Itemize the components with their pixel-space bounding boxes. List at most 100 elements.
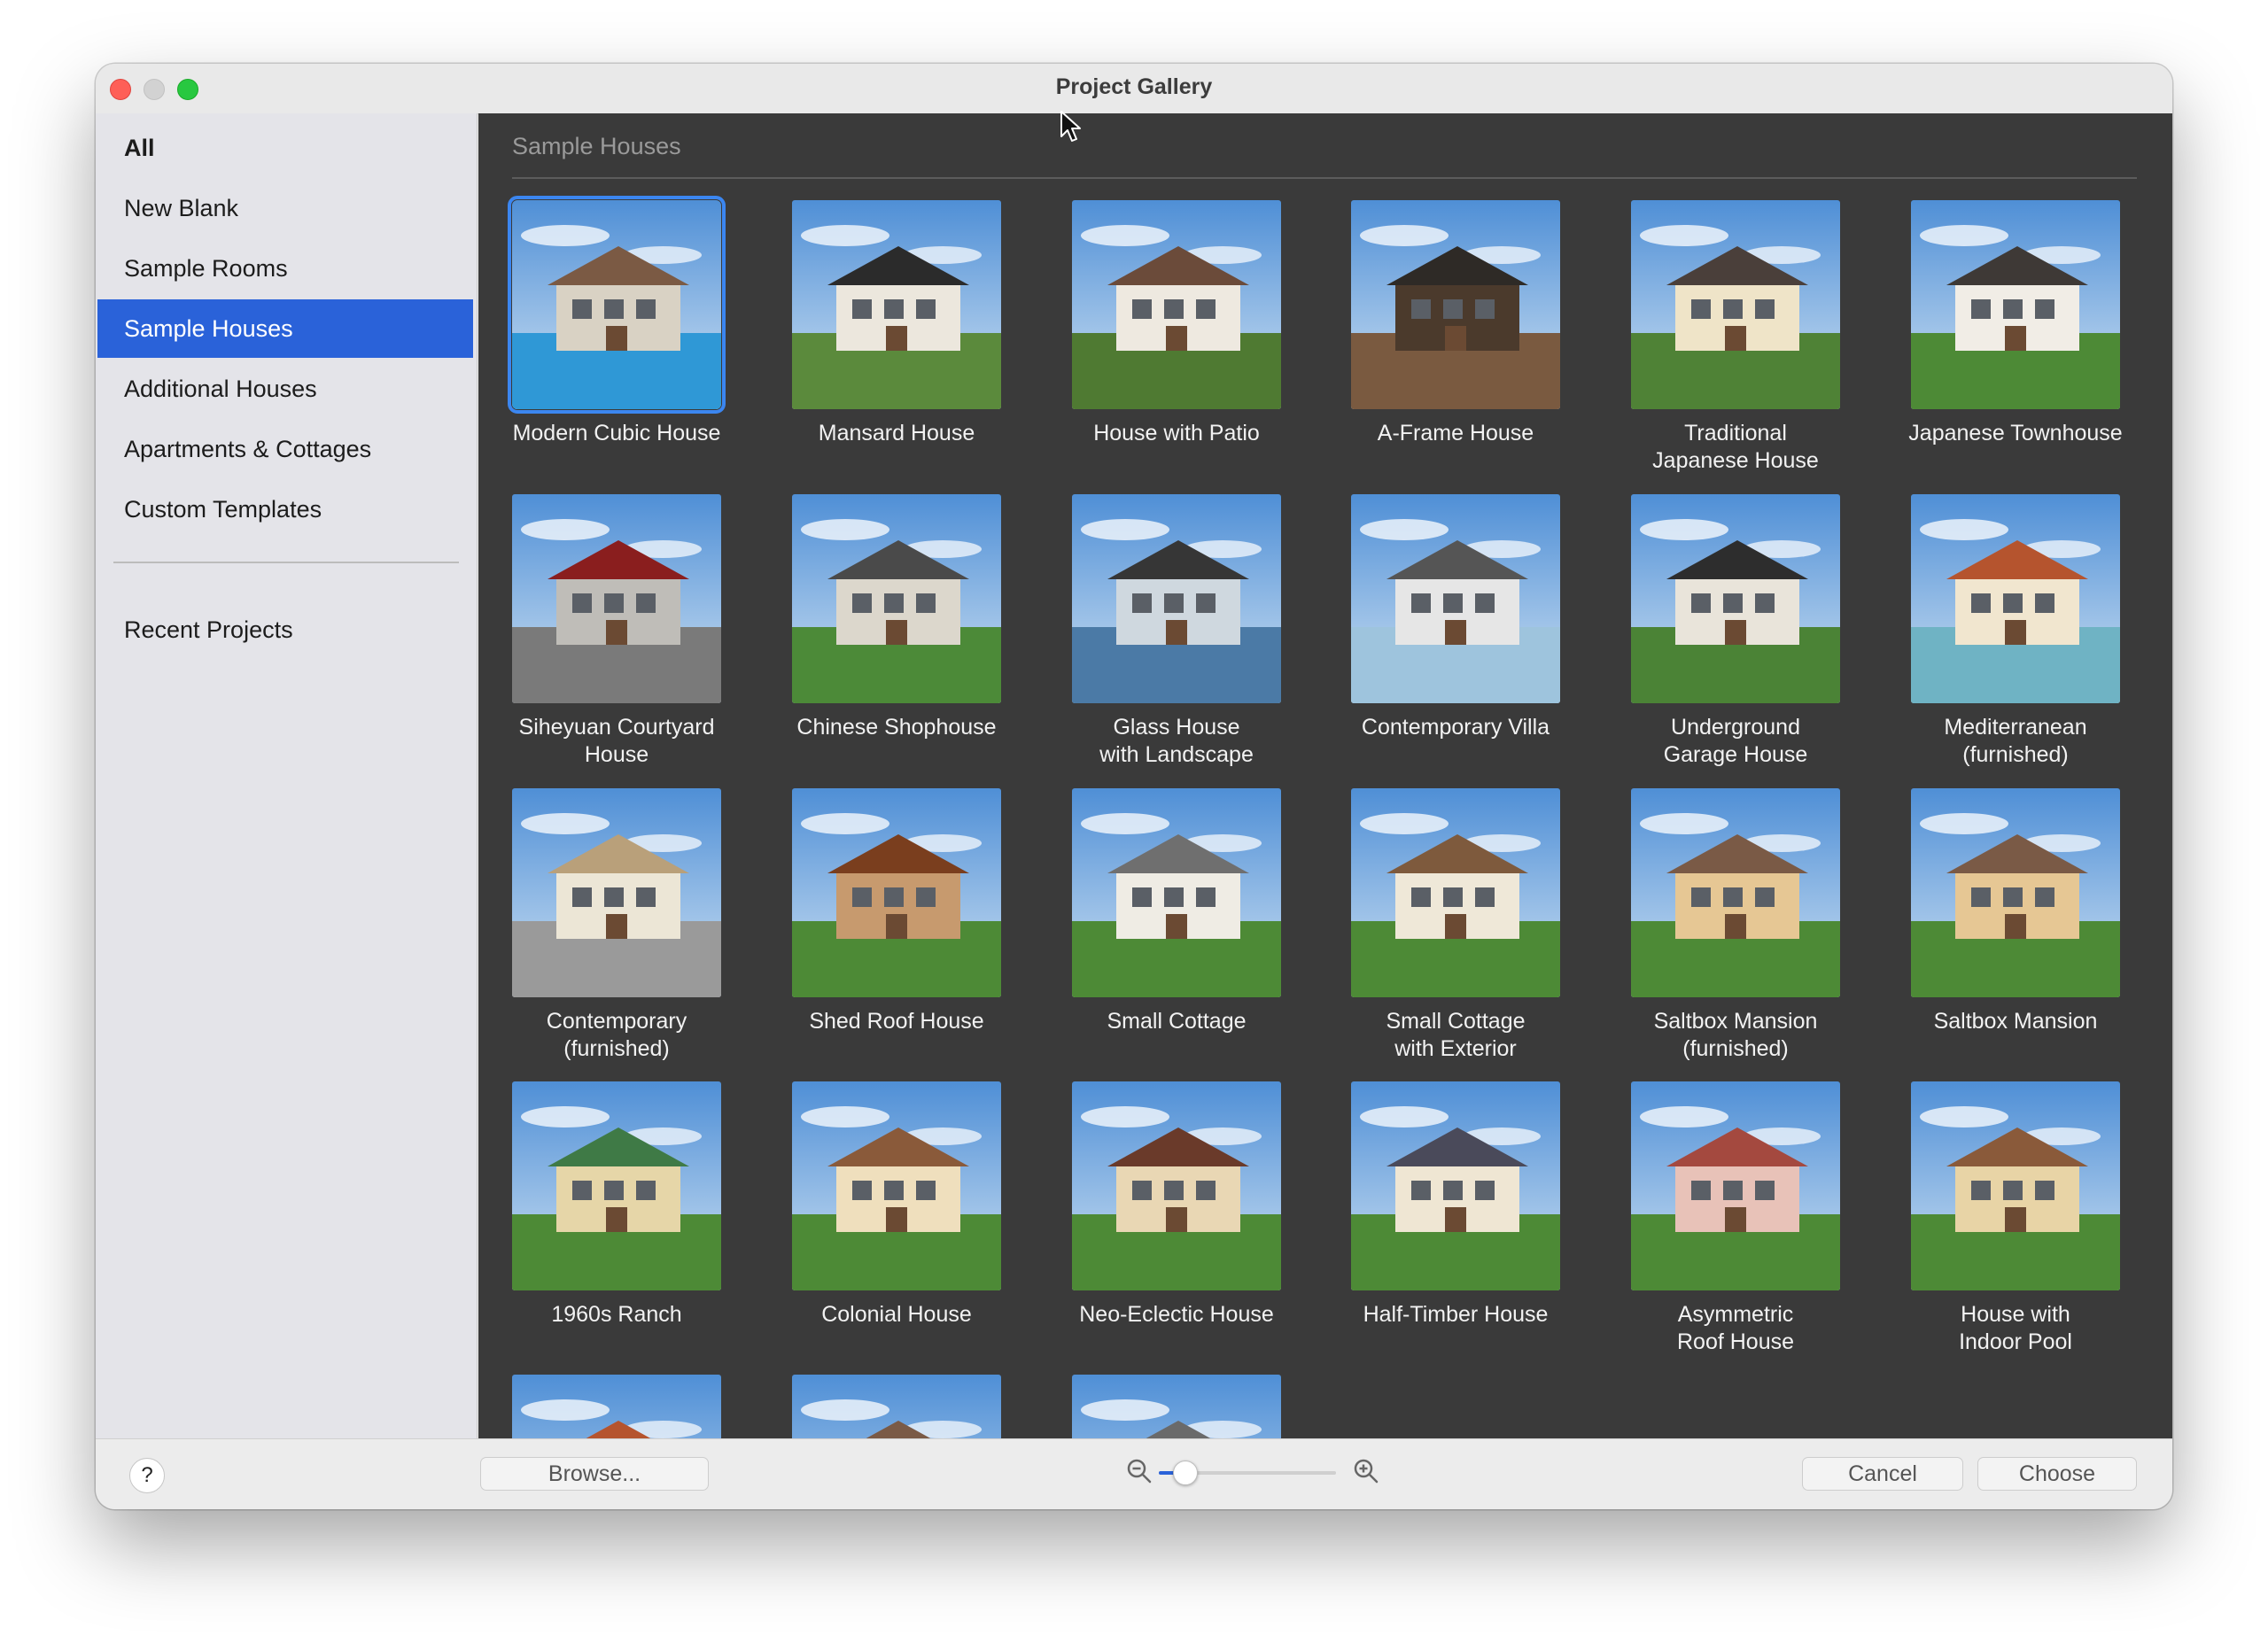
- house-render-image: [792, 494, 1001, 703]
- project-tile[interactable]: [748, 1375, 1014, 1438]
- project-thumbnail[interactable]: [792, 1081, 1001, 1290]
- sidebar-item-additional-houses[interactable]: Additional Houses: [97, 360, 473, 418]
- project-title: Chinese Shophouse: [796, 715, 997, 740]
- project-tile[interactable]: Saltbox Mansion (furnished): [1587, 788, 1852, 1081]
- project-title: Mansard House: [818, 421, 975, 446]
- house-render-image: [1631, 1081, 1840, 1290]
- project-thumbnail[interactable]: [1351, 200, 1560, 409]
- project-title: A-Frame House: [1377, 421, 1534, 446]
- project-title: Saltbox Mansion (furnished): [1653, 1009, 1818, 1061]
- project-tile[interactable]: Shed Roof House: [748, 788, 1014, 1081]
- project-thumbnail[interactable]: [1072, 788, 1281, 997]
- project-thumbnail[interactable]: [1911, 494, 2120, 703]
- project-title: House with Patio: [1093, 421, 1260, 446]
- project-thumbnail[interactable]: [1351, 1081, 1560, 1290]
- project-title: Colonial House: [821, 1302, 972, 1327]
- project-tile[interactable]: Contemporary Villa: [1307, 494, 1573, 787]
- project-title: Modern Cubic House: [512, 421, 721, 446]
- project-thumbnail[interactable]: [1631, 1081, 1840, 1290]
- project-thumbnail[interactable]: [1072, 1081, 1281, 1290]
- browse-button[interactable]: Browse...: [480, 1457, 709, 1491]
- project-tile[interactable]: Saltbox Mansion: [1867, 788, 2132, 1081]
- project-thumbnail[interactable]: [1911, 1081, 2120, 1290]
- project-tile[interactable]: Modern Cubic House: [478, 196, 734, 492]
- project-title: Mediterranean (furnished): [1944, 715, 2087, 767]
- project-thumbnail[interactable]: [1631, 200, 1840, 409]
- gallery-content: Sample Houses Modern Cubic House Mansard …: [478, 113, 2172, 1438]
- project-tile[interactable]: [478, 1375, 734, 1438]
- project-tile[interactable]: Contemporary (furnished): [478, 788, 734, 1081]
- project-tile[interactable]: Half-Timber House: [1307, 1081, 1573, 1374]
- project-tile[interactable]: Mansard House: [748, 200, 1014, 492]
- sidebar-item-sample-rooms[interactable]: Sample Rooms: [97, 239, 473, 298]
- project-tile[interactable]: [1028, 1375, 1293, 1438]
- project-thumbnail[interactable]: [512, 1375, 721, 1438]
- project-title: Half-Timber House: [1363, 1302, 1549, 1327]
- zoom-in-icon[interactable]: [1352, 1457, 1380, 1485]
- choose-button[interactable]: Choose: [1977, 1457, 2137, 1491]
- project-thumbnail[interactable]: [792, 788, 1001, 997]
- project-thumbnail[interactable]: [1351, 788, 1560, 997]
- category-sidebar: All New Blank Sample Rooms Sample Houses…: [96, 113, 478, 1438]
- project-thumbnail[interactable]: [1072, 200, 1281, 409]
- project-thumbnail[interactable]: [512, 788, 721, 997]
- house-render-image: [1911, 494, 2120, 703]
- project-thumbnail[interactable]: [792, 494, 1001, 703]
- house-render-image: [1911, 200, 2120, 409]
- sidebar-item-new-blank[interactable]: New Blank: [97, 179, 473, 237]
- project-thumbnail[interactable]: [1911, 200, 2120, 409]
- zoom-out-icon[interactable]: [1125, 1457, 1153, 1485]
- project-tile[interactable]: Underground Garage House: [1587, 494, 1852, 787]
- project-tile[interactable]: A-Frame House: [1307, 200, 1573, 492]
- project-tile[interactable]: 1960s Ranch: [478, 1081, 734, 1374]
- house-render-image: [1072, 1081, 1281, 1290]
- section-title: Sample Houses: [512, 133, 681, 159]
- cancel-button[interactable]: Cancel: [1802, 1457, 1963, 1491]
- project-title: Shed Roof House: [809, 1009, 984, 1034]
- project-thumbnail[interactable]: [792, 200, 1001, 409]
- house-render-image: [1631, 788, 1840, 997]
- project-thumbnail[interactable]: [1631, 788, 1840, 997]
- project-thumbnail[interactable]: [792, 1375, 1001, 1438]
- project-thumbnail[interactable]: [512, 494, 721, 703]
- project-tile[interactable]: Japanese Townhouse: [1867, 200, 2132, 492]
- project-tile[interactable]: Colonial House: [748, 1081, 1014, 1374]
- project-title: 1960s Ranch: [551, 1302, 682, 1327]
- project-tile[interactable]: Neo-Eclectic House: [1028, 1081, 1293, 1374]
- project-tile[interactable]: Glass House with Landscape: [1028, 494, 1293, 787]
- project-thumbnail[interactable]: [1351, 494, 1560, 703]
- project-tile[interactable]: Mediterranean (furnished): [1867, 494, 2132, 787]
- sidebar-item-apartments-cottages[interactable]: Apartments & Cottages: [97, 420, 473, 478]
- house-render-image: [1351, 200, 1560, 409]
- project-tile[interactable]: Asymmetric Roof House: [1587, 1081, 1852, 1374]
- house-render-image: [1072, 494, 1281, 703]
- sidebar-divider: [113, 562, 459, 563]
- project-thumbnail[interactable]: [1072, 494, 1281, 703]
- project-title: Contemporary (furnished): [546, 1009, 687, 1061]
- project-title: Contemporary Villa: [1361, 715, 1550, 740]
- sidebar-item-all[interactable]: All: [97, 119, 473, 177]
- help-button[interactable]: ?: [129, 1458, 165, 1493]
- project-thumbnail[interactable]: [512, 1081, 721, 1290]
- project-thumbnail[interactable]: [508, 196, 726, 414]
- project-title: Neo-Eclectic House: [1079, 1302, 1274, 1327]
- project-thumbnail[interactable]: [1631, 494, 1840, 703]
- sidebar-item-sample-houses[interactable]: Sample Houses: [97, 299, 473, 358]
- sidebar-item-recent-projects[interactable]: Recent Projects: [97, 601, 473, 659]
- project-tile[interactable]: Small Cottage with Exterior: [1307, 788, 1573, 1081]
- project-tile[interactable]: Chinese Shophouse: [748, 494, 1014, 787]
- project-tile[interactable]: House with Indoor Pool: [1867, 1081, 2132, 1374]
- sidebar-item-custom-templates[interactable]: Custom Templates: [97, 480, 473, 539]
- house-render-image: [792, 1081, 1001, 1290]
- house-render-image: [1351, 788, 1560, 997]
- project-tile[interactable]: Traditional Japanese House: [1587, 200, 1852, 492]
- project-thumbnail[interactable]: [1072, 1375, 1281, 1438]
- project-thumbnail[interactable]: [1911, 788, 2120, 997]
- zoom-slider-knob[interactable]: [1173, 1461, 1198, 1485]
- project-tile[interactable]: Siheyuan Courtyard House: [478, 494, 734, 787]
- house-render-image: [792, 1375, 1001, 1438]
- project-tile[interactable]: House with Patio: [1028, 200, 1293, 492]
- house-render-image: [1631, 494, 1840, 703]
- bottom-toolbar: ? Browse... Cancel Choose: [96, 1438, 2172, 1509]
- project-tile[interactable]: Small Cottage: [1028, 788, 1293, 1081]
